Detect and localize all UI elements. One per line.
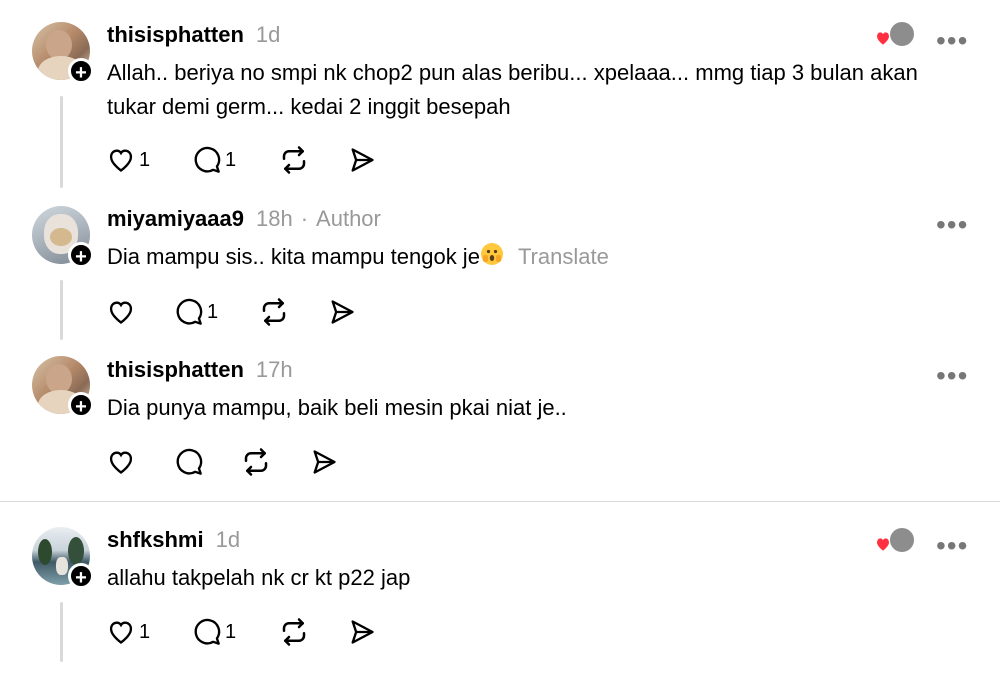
timestamp: 17h [255,357,293,382]
reactors-avatars[interactable] [874,526,916,554]
heart-icon [109,621,133,644]
share-button[interactable] [347,616,377,648]
comment-bubble-icon [176,448,203,475]
share-button[interactable] [309,446,339,478]
action-bar: 1 1 [107,144,407,176]
repost-icon [244,448,268,476]
translate-link[interactable]: Translate [518,244,609,269]
like-button[interactable] [107,446,139,478]
comment-text: Dia punya mampu, baik beli mesin pkai ni… [107,395,567,420]
heart-icon [109,301,133,324]
reply-count: 1 [225,620,237,643]
send-icon [313,450,336,474]
repost-button[interactable] [279,144,309,176]
reply-button[interactable]: 1 [175,296,218,328]
like-button[interactable]: 1 [107,616,150,648]
comment-header: thisisphatten 1d [107,22,280,48]
repost-button[interactable] [259,296,289,328]
follow-plus-icon[interactable]: + [68,242,94,268]
comment-header: thisisphatten 17h [107,357,293,383]
liked-heart-icon [875,31,891,46]
share-button[interactable] [347,144,377,176]
send-icon [351,148,374,172]
comment-header: shfkshmi 1d [107,527,240,553]
send-icon [331,300,354,324]
heart-icon [109,451,133,474]
more-dots-icon[interactable]: ••• [936,532,968,560]
more-dots-icon[interactable]: ••• [936,362,968,390]
thread-line [60,280,63,340]
comment-header: miyamiyaaa9 18h · Author [107,206,381,232]
more-dots-icon[interactable]: ••• [936,27,968,55]
username[interactable]: shfkshmi [107,527,204,552]
repost-icon [282,146,306,174]
avatar-shfkshmi[interactable]: + [32,527,94,589]
comment-bubble-icon [194,618,221,645]
reply-count: 1 [225,148,237,171]
follow-plus-icon[interactable]: + [68,58,94,84]
heart-icon [109,149,133,172]
comment-bubble-icon [176,298,203,325]
share-button[interactable] [327,296,357,328]
repost-icon [262,298,286,326]
author-tag: Author [316,206,381,231]
timestamp: 1d [255,22,281,47]
follow-plus-icon[interactable]: + [68,392,94,418]
avatar-thisisphatten[interactable]: + [32,356,94,418]
repost-button[interactable] [241,446,271,478]
comment-text: allahu takpelah nk cr kt p22 jap [107,565,411,590]
like-count: 1 [139,620,151,643]
reactor-avatar [888,526,916,554]
more-dots-icon[interactable]: ••• [936,211,968,239]
follow-plus-icon[interactable]: + [68,563,94,589]
reply-button[interactable]: 1 [193,616,236,648]
username[interactable]: thisisphatten [107,357,244,382]
like-count: 1 [139,148,151,171]
comment-bubble-icon [194,146,221,173]
shocked-face-emoji-icon [480,242,504,276]
action-bar: 1 1 [107,616,407,648]
timestamp: 1d [215,527,241,552]
reactors-avatars[interactable] [874,20,916,48]
reply-button[interactable]: 1 [193,144,236,176]
username[interactable]: miyamiyaaa9 [107,206,244,231]
timestamp: 18h [256,206,293,231]
reply-button[interactable] [175,446,207,478]
repost-button[interactable] [279,616,309,648]
thread-line [60,602,63,662]
action-bar [107,446,407,478]
comment-text: Allah.. beriya no smpi nk chop2 pun alas… [107,60,918,119]
comment-text-row: Dia mampu sis.. kita mampu tengok je Tra… [107,240,967,276]
thread-divider [0,501,1000,502]
repost-icon [282,618,306,646]
action-bar: 1 [107,296,407,328]
thread-line [60,96,63,188]
send-icon [351,620,374,644]
username[interactable]: thisisphatten [107,22,244,47]
reply-count: 1 [207,300,219,323]
separator-dot: · [300,206,309,231]
reactor-avatar [888,20,916,48]
comment-text: Dia mampu sis.. kita mampu tengok je [107,244,480,269]
like-button[interactable]: 1 [107,144,150,176]
like-button[interactable] [107,296,139,328]
avatar-thisisphatten[interactable]: + [32,22,94,84]
avatar-miyamiyaaa9[interactable]: + [32,206,94,268]
liked-heart-icon [875,537,891,552]
